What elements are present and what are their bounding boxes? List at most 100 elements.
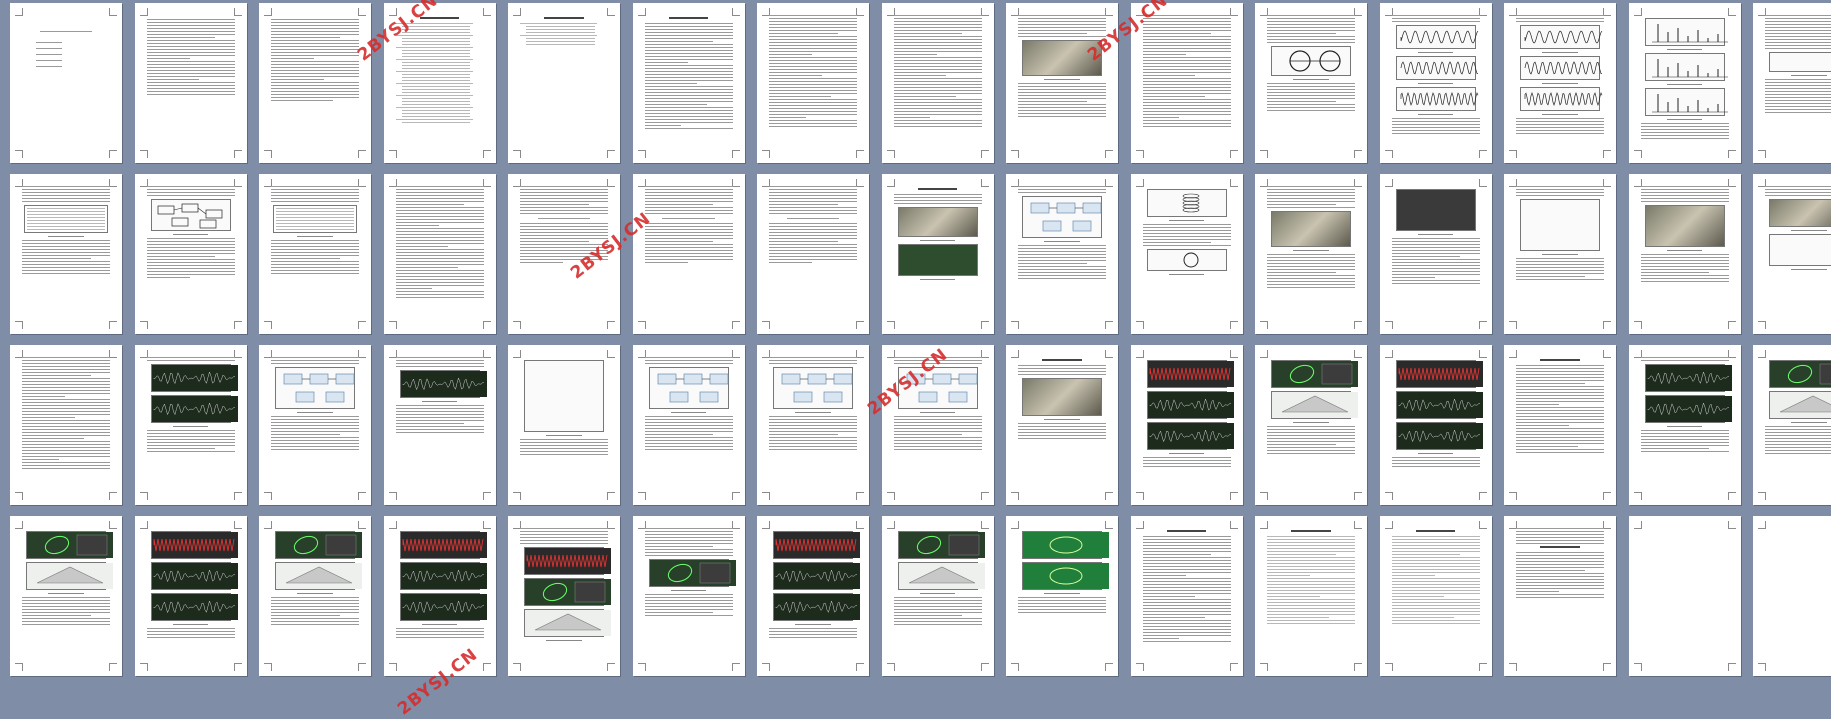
page-thumbnail[interactable]	[1255, 174, 1367, 334]
page-thumbnail[interactable]	[1006, 174, 1118, 334]
page-thumbnail[interactable]	[383, 174, 496, 334]
text-line	[520, 442, 608, 443]
page-thumbnail[interactable]	[259, 345, 371, 505]
page-thumbnail[interactable]	[1255, 345, 1367, 505]
text-line	[1267, 33, 1336, 34]
crop-mark	[109, 350, 117, 358]
page-thumbnail[interactable]	[1130, 516, 1243, 676]
page-content	[1765, 186, 1831, 320]
text-line	[769, 232, 857, 233]
text-line	[769, 66, 857, 67]
page-thumbnail[interactable]	[632, 345, 745, 505]
page-thumbnail[interactable]	[632, 174, 745, 334]
text-line	[1267, 447, 1355, 448]
figure-caption	[546, 435, 582, 436]
text-line	[644, 546, 714, 547]
text-line	[893, 87, 982, 88]
text-line	[893, 21, 982, 22]
page-thumbnail[interactable]	[1504, 516, 1616, 676]
page-thumbnail[interactable]	[508, 3, 620, 163]
page-thumbnail[interactable]	[10, 3, 122, 163]
page-thumbnail[interactable]	[10, 345, 122, 505]
text-line	[146, 637, 235, 638]
page-thumbnail[interactable]	[134, 516, 247, 676]
text-line	[1765, 48, 1831, 49]
page-thumbnail[interactable]	[881, 516, 994, 676]
page-thumbnail[interactable]	[134, 3, 247, 163]
page-thumbnail[interactable]	[1379, 3, 1492, 163]
page-thumbnail[interactable]	[1753, 516, 1831, 676]
text-line	[22, 402, 110, 403]
page-thumbnail[interactable]	[508, 174, 620, 334]
page-thumbnail[interactable]	[1130, 174, 1243, 334]
figure-caption	[297, 593, 333, 594]
page-thumbnail[interactable]	[1753, 3, 1831, 163]
page-thumbnail[interactable]	[881, 3, 994, 163]
text-line	[271, 88, 359, 89]
page-thumbnail[interactable]	[1006, 516, 1118, 676]
page-thumbnail[interactable]	[508, 516, 620, 676]
page-content	[520, 357, 608, 491]
page-thumbnail[interactable]	[259, 3, 371, 163]
page-thumbnail[interactable]	[1255, 516, 1367, 676]
page-thumbnail[interactable]	[757, 3, 869, 163]
page-thumbnail[interactable]	[1006, 3, 1118, 163]
table-row	[276, 217, 354, 218]
page-thumbnail[interactable]	[134, 174, 247, 334]
page-thumbnail[interactable]	[757, 174, 869, 334]
page-thumbnail[interactable]	[757, 345, 869, 505]
page-thumbnail[interactable]	[1379, 174, 1492, 334]
page-thumbnail[interactable]	[1379, 516, 1492, 676]
oscilloscope-screenshot	[150, 593, 238, 621]
page-thumbnail[interactable]	[1130, 3, 1243, 163]
text-line	[893, 449, 982, 450]
page-thumbnail[interactable]	[1628, 3, 1741, 163]
page-thumbnail[interactable]	[259, 516, 371, 676]
waveform-plot	[27, 532, 113, 558]
page-thumbnail[interactable]	[881, 345, 994, 505]
toc-entry	[401, 26, 471, 27]
text-line	[1018, 371, 1106, 372]
text-line	[893, 123, 982, 124]
text-line	[1142, 69, 1231, 70]
page-thumbnail[interactable]	[383, 3, 496, 163]
page-thumbnail[interactable]	[10, 516, 122, 676]
text-line	[644, 201, 733, 202]
page-thumbnail[interactable]	[1504, 3, 1616, 163]
text-line	[769, 54, 813, 55]
text-line	[271, 100, 334, 101]
page-thumbnail[interactable]	[383, 516, 496, 676]
text-line	[146, 79, 200, 80]
photo-figure	[1271, 211, 1351, 247]
text-line	[520, 213, 608, 214]
text-line	[644, 594, 733, 595]
page-thumbnail[interactable]	[1504, 345, 1616, 505]
page-thumbnail[interactable]	[1628, 174, 1741, 334]
page-thumbnail[interactable]	[1130, 345, 1243, 505]
text-line	[1640, 357, 1729, 358]
page-thumbnail[interactable]	[1753, 174, 1831, 334]
oscilloscope-screenshot	[1395, 360, 1483, 388]
page-thumbnail[interactable]	[508, 345, 620, 505]
page-thumbnail[interactable]	[632, 516, 745, 676]
page-thumbnail[interactable]	[1628, 345, 1741, 505]
page-thumbnail[interactable]	[383, 345, 496, 505]
page-thumbnail[interactable]	[632, 3, 745, 163]
page-thumbnail[interactable]	[881, 174, 994, 334]
page-thumbnail[interactable]	[1379, 345, 1492, 505]
page-thumbnail[interactable]	[134, 345, 247, 505]
page-thumbnail[interactable]	[757, 516, 869, 676]
page-thumbnail[interactable]	[1006, 345, 1118, 505]
text-line	[1267, 569, 1355, 570]
crop-mark	[1603, 150, 1611, 158]
page-thumbnail[interactable]	[1504, 174, 1616, 334]
page-thumbnail[interactable]	[1753, 345, 1831, 505]
page-thumbnail[interactable]	[1628, 516, 1741, 676]
toc-entry	[401, 65, 471, 66]
page-thumbnail[interactable]	[1255, 3, 1367, 163]
crop-mark	[513, 321, 521, 329]
page-thumbnail[interactable]	[259, 174, 371, 334]
text-line	[1142, 641, 1231, 642]
page-thumbnail[interactable]	[10, 174, 122, 334]
text-line	[644, 107, 733, 108]
